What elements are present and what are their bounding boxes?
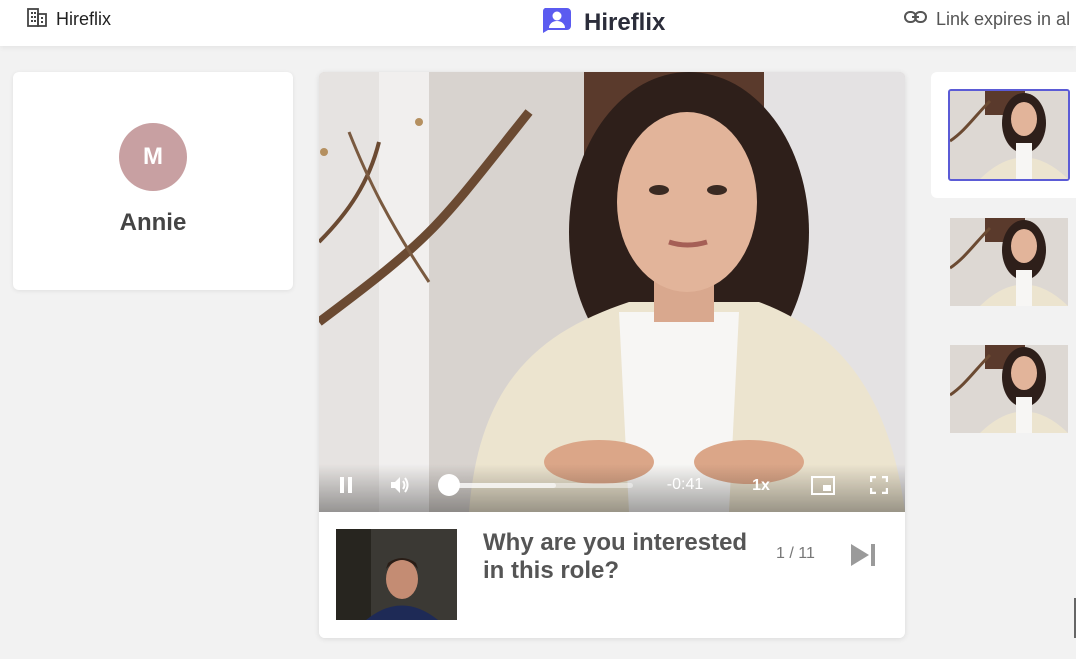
question-row: Why are you interested in this role? 1 /… [319, 512, 905, 638]
candidate-card: M Annie [13, 72, 293, 290]
candidate-name: Annie [119, 209, 187, 236]
answer-thumbnail-image [950, 345, 1068, 433]
question-text: Why are you interested in this role? [483, 529, 748, 584]
seek-bar[interactable] [449, 483, 633, 488]
interviewer-image [336, 529, 457, 620]
company-link[interactable]: Hireflix [26, 6, 111, 33]
hireflix-logo-icon [541, 6, 574, 39]
video-panel: -0:41 1x Why are you interested in this … [319, 72, 905, 638]
time-remaining: -0:41 [666, 476, 704, 493]
brand-name: Hireflix [584, 8, 666, 36]
picture-in-picture-icon[interactable] [811, 474, 835, 496]
brand-logo[interactable]: Hireflix [541, 6, 665, 39]
answer-thumbnail[interactable] [950, 345, 1068, 433]
buffered-bar [449, 483, 556, 488]
seek-handle[interactable] [438, 474, 460, 496]
answer-thumbnail-image [950, 91, 1068, 179]
pause-icon[interactable] [335, 474, 357, 496]
company-name: Hireflix [56, 9, 112, 29]
top-bar: Hireflix Hireflix Link expires in al [0, 0, 1076, 46]
video-frame [319, 72, 905, 512]
answer-thumbnail-image [950, 218, 1068, 306]
answer-thumbnail[interactable] [948, 89, 1070, 181]
expiry-text: Link expires in al [936, 9, 1071, 29]
interviewer-video-thumbnail[interactable] [336, 529, 457, 620]
volume-icon[interactable] [388, 473, 412, 497]
answer-thumbnail[interactable] [950, 218, 1068, 306]
question-counter: 1 / 11 [776, 545, 815, 562]
avatar: M [119, 123, 187, 191]
playback-speed-button[interactable]: 1x [747, 474, 775, 498]
fullscreen-icon[interactable] [868, 474, 890, 496]
building-icon [26, 6, 48, 33]
video-player[interactable]: -0:41 1x [319, 72, 905, 512]
link-expiry-notice: Link expires in al [904, 9, 1070, 30]
link-icon [904, 10, 927, 29]
skip-next-icon[interactable] [849, 542, 877, 573]
